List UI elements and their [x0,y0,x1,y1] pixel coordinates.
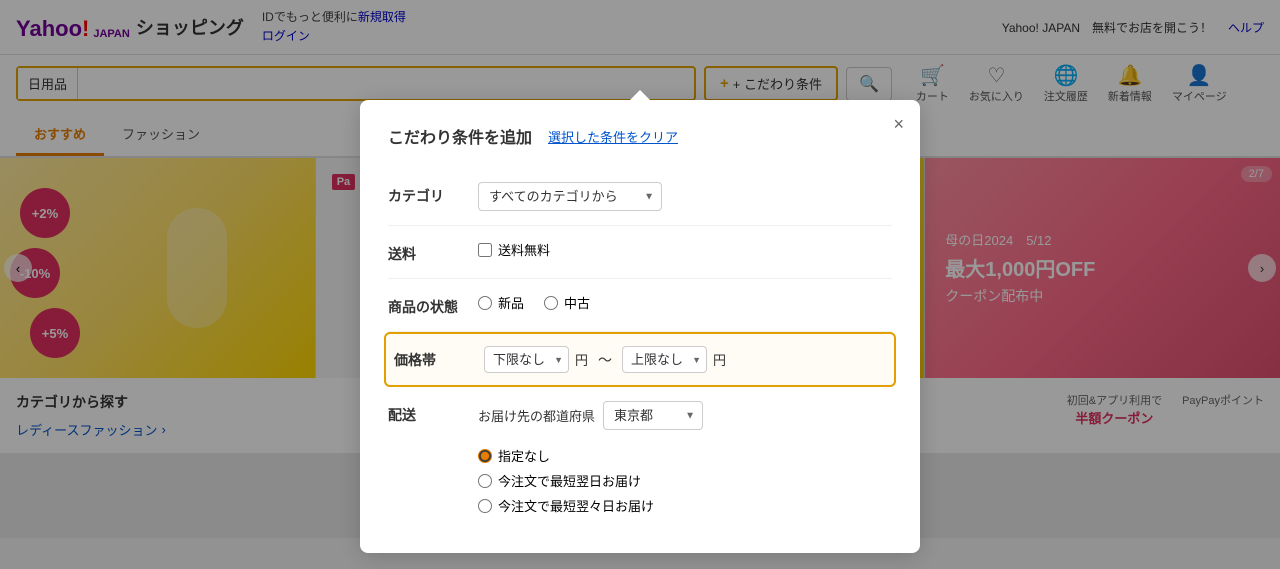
modal-title: こだわり条件を追加 [388,124,532,148]
used-condition-label[interactable]: 中古 [544,293,590,312]
used-condition-text: 中古 [564,293,590,312]
delivery-options: 指定なし 今注文で最短翌日お届け 今注文で最短翌々日お届け [478,446,892,515]
delivery-next-day-text: 今注文で最短翌日お届け [498,471,641,490]
new-condition-label[interactable]: 新品 [478,293,524,312]
price-max-select[interactable]: 上限なし 100 500 1000 3000 5000 [622,346,707,373]
delivery-any-label[interactable]: 指定なし [478,446,880,465]
modal-overlay: こだわり条件を追加 選択した条件をクリア × カテゴリ すべてのカテゴリから レ… [0,0,1280,538]
price-tilde: 〜 [598,350,612,370]
price-max-unit: 円 [713,350,726,369]
free-shipping-label: 送料無料 [498,240,550,259]
shipping-content: 送料無料 [478,240,892,259]
modal-arrow [630,90,650,100]
price-content: 下限なし 100 500 1000 3000 5000 円 〜 [484,346,886,373]
category-select[interactable]: すべてのカテゴリから レディースファッション メンズファッション 家電 食品 [478,182,662,211]
delivery-inner: 配送 お届け先の都道府県 東京都 大阪府 愛知県 神奈川県 [388,401,892,515]
free-shipping-checkbox[interactable] [478,243,492,257]
used-condition-radio[interactable] [544,296,558,310]
new-condition-radio[interactable] [478,296,492,310]
delivery-pref-row: お届け先の都道府県 東京都 大阪府 愛知県 神奈川県 北海道 [478,401,703,430]
delivery-row: 配送 お届け先の都道府県 東京都 大阪府 愛知県 神奈川県 [388,387,892,529]
price-row: 価格帯 下限なし 100 500 1000 3000 5000 [384,332,896,387]
price-label: 価格帯 [394,346,484,370]
price-max-select-wrapper: 上限なし 100 500 1000 3000 5000 [622,346,707,373]
prefecture-select[interactable]: 東京都 大阪府 愛知県 神奈川県 北海道 [603,401,703,430]
free-shipping-checkbox-label[interactable]: 送料無料 [478,240,550,259]
delivery-any-text: 指定なし [498,446,550,465]
new-condition-text: 新品 [498,293,524,312]
delivery-label: 配送 [388,401,478,515]
price-min-select-wrapper: 下限なし 100 500 1000 3000 5000 [484,346,569,373]
delivery-pref-label: お届け先の都道府県 [478,406,595,425]
modal-close-button[interactable]: × [893,114,904,135]
pref-select-wrapper: 東京都 大阪府 愛知県 神奈川県 北海道 [603,401,703,430]
category-row: カテゴリ すべてのカテゴリから レディースファッション メンズファッション 家電… [388,168,892,226]
category-select-wrapper: すべてのカテゴリから レディースファッション メンズファッション 家電 食品 [478,182,662,211]
modal-header: こだわり条件を追加 選択した条件をクリア [388,124,892,148]
delivery-next-day-radio[interactable] [478,474,492,488]
clear-conditions-link[interactable]: 選択した条件をクリア [548,127,678,146]
condition-label: 商品の状態 [388,293,478,317]
price-min-select[interactable]: 下限なし 100 500 1000 3000 5000 [484,346,569,373]
delivery-two-day-text: 今注文で最短翌々日お届け [498,496,654,515]
price-min-unit: 円 [575,350,588,369]
condition-content: 新品 中古 [478,293,892,312]
price-min-group: 下限なし 100 500 1000 3000 5000 円 〜 [484,346,726,373]
delivery-any-radio[interactable] [478,449,492,463]
category-content: すべてのカテゴリから レディースファッション メンズファッション 家電 食品 [478,182,892,211]
category-label: カテゴリ [388,182,478,206]
filter-modal: こだわり条件を追加 選択した条件をクリア × カテゴリ すべてのカテゴリから レ… [360,100,920,538]
condition-row: 商品の状態 新品 中古 [388,279,892,332]
delivery-next-day-label[interactable]: 今注文で最短翌日お届け [478,471,880,490]
shipping-label: 送料 [388,240,478,264]
shipping-row: 送料 送料無料 [388,226,892,279]
delivery-two-day-label[interactable]: 今注文で最短翌々日お届け [478,496,880,515]
delivery-content: お届け先の都道府県 東京都 大阪府 愛知県 神奈川県 北海道 [478,401,892,515]
delivery-two-day-radio[interactable] [478,499,492,513]
